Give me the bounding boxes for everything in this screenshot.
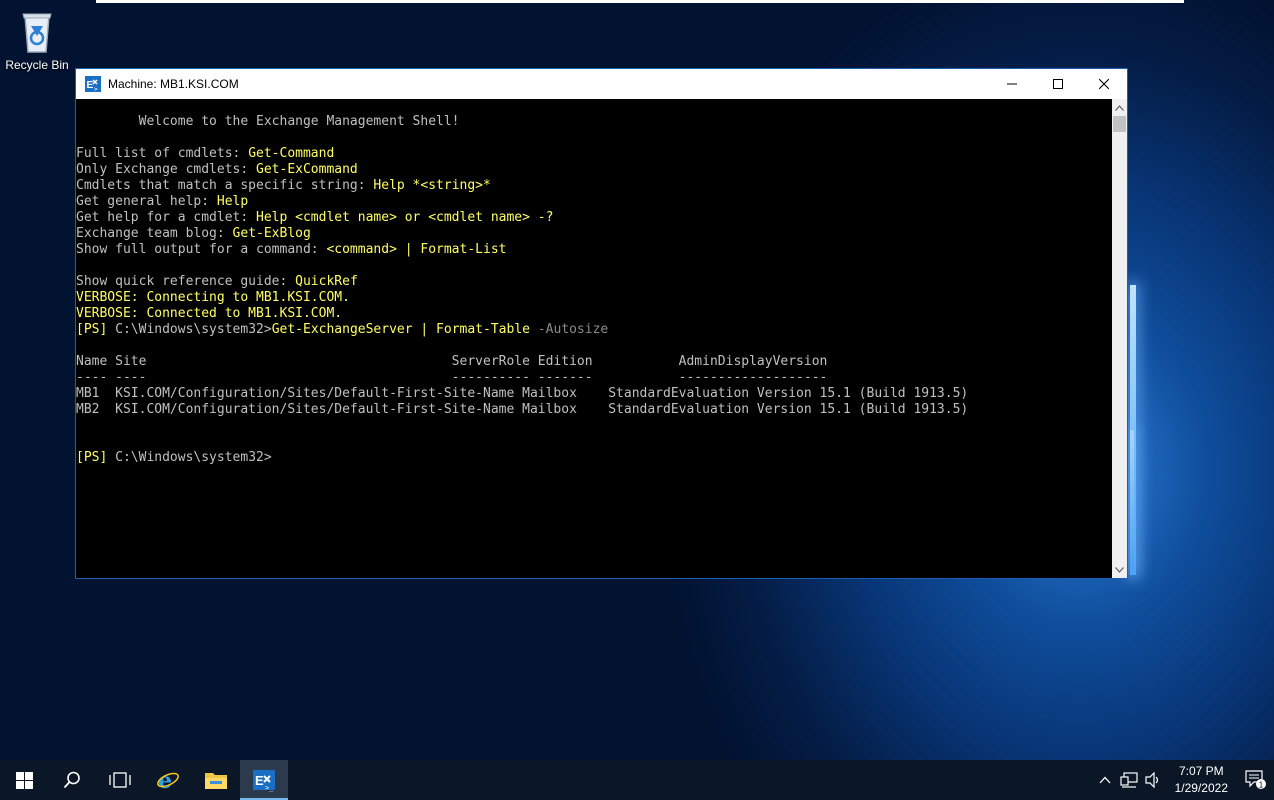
show-hidden-icons-button[interactable]	[1093, 760, 1117, 800]
verbose-line: VERBOSE: Connected to MB1.KSI.COM.	[76, 306, 343, 321]
close-button[interactable]	[1081, 69, 1127, 99]
clock-date: 1/29/2022	[1174, 781, 1228, 795]
recycle-bin-icon	[17, 6, 57, 54]
clock[interactable]: 7:07 PM 1/29/2022	[1165, 763, 1238, 797]
folder-icon	[205, 773, 227, 789]
entered-command: Get-ExchangeServer | Format-Table	[271, 322, 530, 337]
speaker-icon	[1145, 772, 1158, 788]
recycle-bin-label: Recycle Bin	[5, 58, 69, 72]
task-view-button[interactable]	[96, 760, 144, 800]
svg-text:>_: >_	[265, 784, 274, 792]
console-output[interactable]: Welcome to the Exchange Management Shell…	[76, 99, 1112, 578]
help-line-label: Get general help:	[76, 194, 217, 209]
help-line-cmd: Help *<string>*	[373, 178, 491, 193]
clock-time: 7:07 PM	[1178, 764, 1224, 778]
notification-count: 1	[1259, 781, 1264, 790]
scroll-up-button[interactable]	[1112, 99, 1127, 116]
exchange-shell-taskbar-button[interactable]: E >_	[240, 760, 288, 800]
system-tray: 7:07 PM 1/29/2022 1	[1093, 760, 1274, 800]
scroll-thumb[interactable]	[1113, 116, 1126, 132]
window-title: Machine: MB1.KSI.COM	[108, 77, 239, 91]
task-view-icon	[109, 772, 131, 788]
svg-text:E: E	[87, 80, 94, 91]
desktop-top-strip	[96, 0, 1184, 3]
action-center-button[interactable]: 1	[1238, 760, 1274, 800]
table-rule: ---- ---- ---------- ------- -----------…	[76, 370, 828, 385]
quickref-cmd: QuickRef	[295, 274, 358, 289]
prompt-path: C:\Windows\system32>	[107, 322, 272, 337]
window-titlebar[interactable]: E >_ Machine: MB1.KSI.COM	[76, 69, 1127, 99]
svg-text:E: E	[255, 773, 264, 788]
help-line-label: Exchange team blog:	[76, 226, 233, 241]
prompt-tag: [PS]	[76, 322, 108, 337]
help-line-label: Full list of cmdlets:	[76, 146, 249, 161]
welcome-text: Welcome to the Exchange Management Shell…	[76, 114, 460, 129]
notification-icon: 1	[1245, 770, 1266, 790]
start-button[interactable]	[0, 760, 48, 800]
chevron-up-icon	[1115, 104, 1124, 111]
help-line-label: Cmdlets that match a specific string:	[76, 178, 374, 193]
network-icon	[1120, 772, 1138, 788]
internet-explorer-icon: e	[157, 768, 179, 792]
chevron-down-icon	[1115, 566, 1124, 573]
command-parameter: -Autosize	[529, 322, 609, 337]
help-line-cmd: Get-ExCommand	[256, 162, 358, 177]
help-line-cmd: Get-ExBlog	[232, 226, 311, 241]
close-icon	[1099, 79, 1109, 89]
help-line-label: Only Exchange cmdlets:	[76, 162, 257, 177]
minimize-icon	[1007, 83, 1017, 85]
taskbar: e E >_ 7:07 PM 1/29/2022 1	[0, 760, 1274, 800]
help-line-label: Get help for a cmdlet:	[76, 210, 257, 225]
prompt-tag: [PS]	[76, 450, 108, 465]
desktop-light-beam-2	[1130, 430, 1134, 570]
minimize-button[interactable]	[989, 69, 1035, 99]
internet-explorer-button[interactable]: e	[144, 760, 192, 800]
search-icon	[63, 771, 80, 789]
recycle-bin-shortcut[interactable]: Recycle Bin	[2, 6, 72, 72]
help-line-cmd: Get-Command	[248, 146, 335, 161]
help-line-cmd: <command> | Format-List	[326, 242, 507, 257]
table-header: Name Site ServerRole Edition AdminDispla…	[76, 354, 828, 369]
scroll-down-button[interactable]	[1112, 561, 1127, 578]
chevron-up-icon	[1099, 776, 1111, 784]
table-row: MB1 KSI.COM/Configuration/Sites/Default-…	[76, 386, 969, 401]
exchange-shell-icon: E >_	[253, 770, 275, 792]
exchange-shell-app-icon: E >_	[84, 75, 102, 93]
exchange-shell-window[interactable]: E >_ Machine: MB1.KSI.COM Welcome to the…	[75, 68, 1128, 579]
verbose-line: VERBOSE: Connecting to MB1.KSI.COM.	[76, 290, 350, 305]
prompt-path: C:\Windows\system32>	[107, 450, 272, 465]
quickref-label: Show quick reference guide:	[76, 274, 296, 289]
svg-text:>_: >_	[94, 86, 102, 93]
vertical-scrollbar[interactable]	[1112, 99, 1127, 578]
file-explorer-button[interactable]	[192, 760, 240, 800]
table-row: MB2 KSI.COM/Configuration/Sites/Default-…	[76, 402, 969, 417]
help-line-cmd: Help	[216, 194, 249, 209]
network-button[interactable]	[1117, 760, 1141, 800]
windows-logo-icon	[15, 771, 33, 789]
help-line-label: Show full output for a command:	[76, 242, 327, 257]
volume-button[interactable]	[1141, 760, 1165, 800]
maximize-icon	[1053, 79, 1063, 89]
maximize-button[interactable]	[1035, 69, 1081, 99]
help-line-cmd: Help <cmdlet name> or <cmdlet name> -?	[256, 210, 554, 225]
search-button[interactable]	[48, 760, 96, 800]
